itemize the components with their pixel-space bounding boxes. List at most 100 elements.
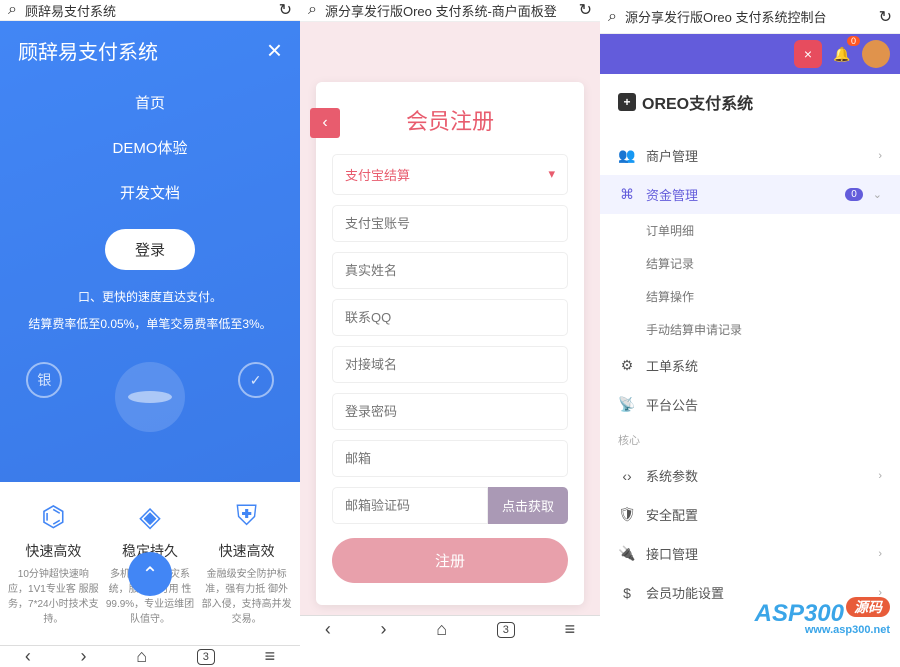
- plus-icon: +: [618, 93, 636, 111]
- center-graphic: [115, 362, 185, 432]
- feature-desc: 金融级安全防护标准，强有力抵 御外部入侵，支持高并发交易。: [201, 567, 292, 627]
- screen-3: ⌕ 源分享发行版Oreo 支付系统控制台 ↻ × 🔔0 + OREO支付系统 👥…: [600, 0, 900, 644]
- layers-icon: ◈: [105, 500, 196, 533]
- shield-icon: ⛨: [201, 500, 292, 533]
- alipay-account-field[interactable]: [332, 205, 568, 242]
- chevron-right-icon: ›: [878, 470, 882, 482]
- menu-icon[interactable]: ≡: [265, 646, 276, 667]
- payment-icons: 银 ✓: [0, 338, 300, 482]
- register-title: 会员注册: [332, 104, 568, 136]
- submenu-manual-settlement[interactable]: 手动结算申请记录: [646, 313, 900, 346]
- menu-api[interactable]: 🔌 接口管理 ›: [600, 534, 900, 573]
- page-title: 顾辞易支付系统: [25, 1, 271, 20]
- tabs-button[interactable]: 3: [197, 649, 215, 665]
- menu-announcements[interactable]: 📡 平台公告: [600, 385, 900, 424]
- menu-label: 接口管理: [646, 544, 868, 563]
- menu-security[interactable]: 🛡 安全配置: [600, 495, 900, 534]
- menu-merchant[interactable]: 👥 商户管理 ›: [600, 136, 900, 175]
- avatar[interactable]: [862, 40, 890, 68]
- settlement-select[interactable]: 支付宝结算 ▾: [332, 154, 568, 195]
- main-nav: 首页 DEMO体验 开发文档 登录: [0, 80, 300, 284]
- qq-field[interactable]: [332, 299, 568, 336]
- home-icon[interactable]: ⌂: [436, 619, 447, 640]
- back-icon[interactable]: ‹: [325, 619, 331, 640]
- screen-1: ⌕ 顾辞易支付系统 ↻ 顾辞易支付系统 × 首页 DEMO体验 开发文档 登录 …: [0, 0, 300, 644]
- submenu-settlement-records[interactable]: 结算记录: [646, 247, 900, 280]
- realname-field[interactable]: [332, 252, 568, 289]
- nav-docs[interactable]: 开发文档: [0, 170, 300, 215]
- submenu-settlement-ops[interactable]: 结算操作: [646, 280, 900, 313]
- chevron-right-icon: ›: [878, 150, 882, 162]
- notification-count: 0: [847, 36, 860, 46]
- submenu-orders[interactable]: 订单明细: [646, 214, 900, 247]
- select-value: 支付宝结算: [345, 165, 410, 184]
- back-button[interactable]: ‹: [310, 108, 340, 138]
- menu-funds[interactable]: ⌘ 资金管理 0 ⌄: [600, 175, 900, 214]
- password-field[interactable]: [332, 393, 568, 430]
- get-code-button[interactable]: 点击获取: [488, 487, 568, 524]
- plug-icon: 🔌: [618, 545, 636, 562]
- nav-demo[interactable]: DEMO体验: [0, 125, 300, 170]
- top-bar: × 🔔0: [600, 34, 900, 74]
- tabs-button[interactable]: 3: [497, 622, 515, 638]
- grid-icon: ⌘: [618, 186, 636, 203]
- search-icon[interactable]: ⌕: [8, 1, 17, 19]
- sidebar-menu: 👥 商户管理 › ⌘ 资金管理 0 ⌄ 订单明细 结算记录 结算操作 手动结算申…: [600, 130, 900, 618]
- refresh-icon[interactable]: ↻: [579, 0, 592, 20]
- feature-fast: ⌬ 快速高效 10分钟超快速响应，1V1专业客 服服务，7*24小时技术支持。: [8, 500, 99, 627]
- browser-bottom-nav: ‹ › ⌂ 3 ≡: [0, 645, 300, 667]
- menu-label: 系统参数: [646, 466, 868, 485]
- verify-code-field[interactable]: [332, 487, 488, 524]
- code-icon: ‹›: [618, 468, 636, 484]
- menu-label: 平台公告: [646, 395, 882, 414]
- tagline-1: 口、更快的速度直达支付。: [0, 284, 300, 311]
- brand-text: OREO支付系统: [642, 90, 753, 114]
- brand-logo: + OREO支付系统: [600, 74, 900, 130]
- forward-icon[interactable]: ›: [81, 646, 87, 667]
- broadcast-icon: 📡: [618, 396, 636, 413]
- hero-section: 顾辞易支付系统 × 首页 DEMO体验 开发文档 登录 口、更快的速度直达支付。…: [0, 21, 300, 482]
- login-button[interactable]: 登录: [105, 229, 195, 270]
- submenu-funds: 订单明细 结算记录 结算操作 手动结算申请记录: [600, 214, 900, 346]
- address-bar: ⌕ 源分享发行版Oreo 支付系统-商户面板登 ↻: [300, 0, 600, 22]
- tagline-2: 结算费率低至0.05%，单笔交易费率低至3%。: [0, 311, 300, 338]
- feature-secure: ⛨ 快速高效 金融级安全防护标准，强有力抵 御外部入侵，支持高并发交易。: [201, 500, 292, 627]
- app-title: 顾辞易支付系统: [18, 36, 158, 65]
- email-field[interactable]: [332, 440, 568, 477]
- menu-label: 资金管理: [646, 185, 835, 204]
- search-icon[interactable]: ⌕: [308, 1, 317, 19]
- refresh-icon[interactable]: ↻: [879, 7, 892, 27]
- search-icon[interactable]: ⌕: [608, 8, 617, 26]
- close-button[interactable]: ×: [794, 40, 822, 68]
- chevron-down-icon: ⌄: [873, 188, 882, 201]
- nav-home[interactable]: 首页: [0, 80, 300, 125]
- chevron-right-icon: ›: [878, 548, 882, 560]
- home-icon[interactable]: ⌂: [136, 646, 147, 667]
- menu-member-features[interactable]: $ 会员功能设置 ›: [600, 573, 900, 612]
- refresh-icon[interactable]: ↻: [279, 0, 292, 20]
- register-card: 会员注册 支付宝结算 ▾ 点击获取 注册: [316, 82, 584, 605]
- menu-tickets[interactable]: ⚙ 工单系统: [600, 346, 900, 385]
- shield-icon: 🛡: [618, 506, 636, 523]
- menu-label: 商户管理: [646, 146, 868, 165]
- address-bar: ⌕ 源分享发行版Oreo 支付系统控制台 ↻: [600, 0, 900, 34]
- section-core: 核心: [600, 424, 900, 456]
- forward-icon[interactable]: ›: [381, 619, 387, 640]
- menu-icon[interactable]: ≡: [565, 619, 576, 640]
- feature-title: 快速高效: [201, 541, 292, 561]
- domain-field[interactable]: [332, 346, 568, 383]
- feature-desc: 10分钟超快速响应，1V1专业客 服服务，7*24小时技术支持。: [8, 567, 99, 627]
- close-icon[interactable]: ×: [267, 35, 282, 66]
- check-icon: ✓: [238, 362, 274, 398]
- menu-badge: 0: [845, 188, 863, 201]
- menu-system-params[interactable]: ‹› 系统参数 ›: [600, 456, 900, 495]
- back-icon[interactable]: ‹: [25, 646, 31, 667]
- menu-label: 会员功能设置: [646, 583, 868, 602]
- users-icon: 👥: [618, 147, 636, 164]
- notifications-button[interactable]: 🔔0: [828, 40, 856, 68]
- chevron-down-icon: ▾: [548, 166, 555, 182]
- page-title: 源分享发行版Oreo 支付系统控制台: [625, 7, 871, 26]
- register-button[interactable]: 注册: [332, 538, 568, 583]
- scroll-top-button[interactable]: ⌃: [128, 552, 172, 596]
- address-bar: ⌕ 顾辞易支付系统 ↻: [0, 0, 300, 21]
